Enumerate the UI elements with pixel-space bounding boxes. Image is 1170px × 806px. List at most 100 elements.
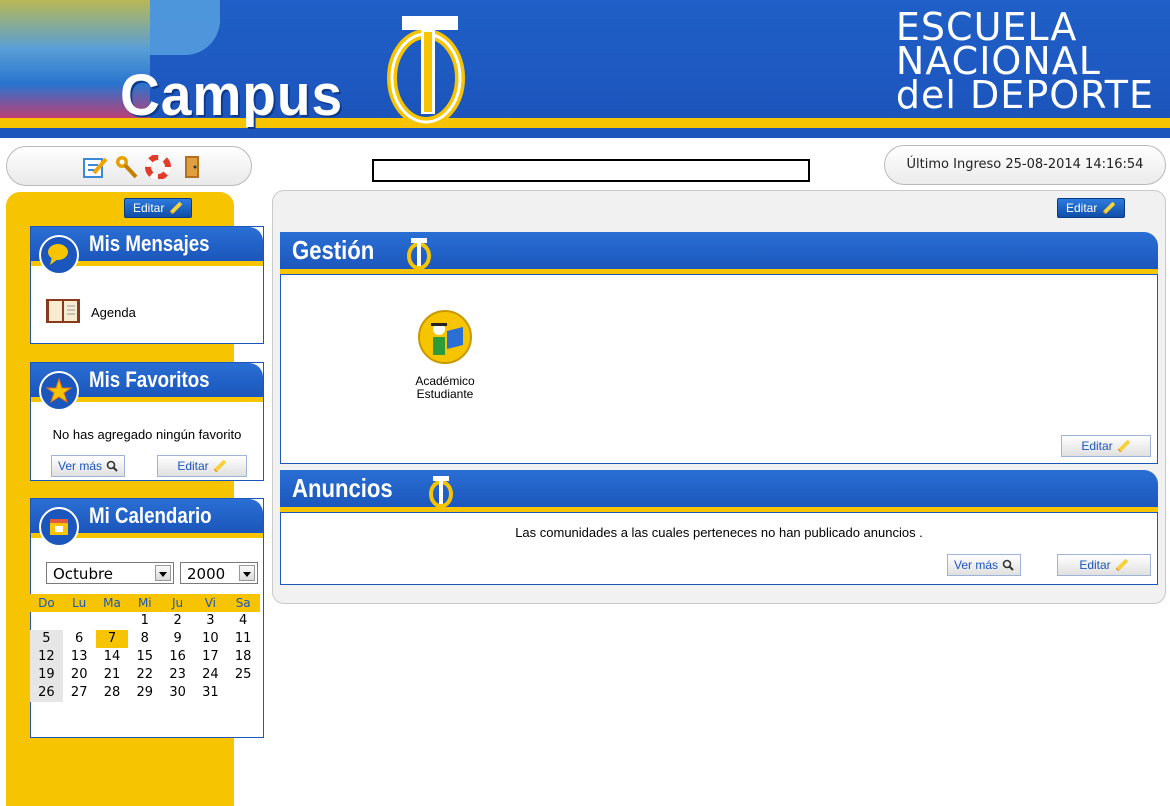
anuncios-edit-button[interactable]: Editar [1057,554,1151,576]
anuncios-message: Las comunidades a las cuales perteneces … [515,525,923,540]
header-banner: Campus ESCUELA NACIONAL del DEPORTE [0,0,1170,145]
calendar-weekday-row: Do Lu Ma Mi Ju Vi Sa [30,594,260,612]
calendar-day[interactable]: 24 [194,666,227,684]
calendar-day[interactable]: 19 [30,666,63,684]
calendar-day[interactable]: 14 [96,648,129,666]
blank-bar [372,159,810,182]
calendar-day[interactable]: 20 [63,666,96,684]
gestion-edit-button[interactable]: Editar [1061,435,1151,457]
favorites-panel: Mis Favoritos No has agregado ningún fav… [30,362,264,481]
messages-title: Mis Mensajes [89,231,210,256]
calendar-day[interactable]: 4 [227,612,260,630]
speech-bubble-icon [39,235,79,275]
month-select[interactable]: Octubre [46,562,174,584]
calendar-day[interactable]: 2 [161,612,194,630]
star-icon [39,371,79,411]
calendar-day[interactable]: 10 [194,630,227,648]
calendar-day[interactable]: 22 [128,666,161,684]
calendar-day[interactable]: 18 [227,648,260,666]
anuncios-more-button[interactable]: Ver más [947,554,1022,576]
calendar-day[interactable]: 9 [161,630,194,648]
last-login-info: Último Ingreso 25-08-2014 14:16:54 [884,145,1166,185]
calendar-icon [39,507,79,547]
anuncios-body: Las comunidades a las cuales perteneces … [280,512,1158,585]
gestion-title: Gestión [292,235,375,265]
pencil-icon [213,459,227,473]
campus-i-logo-icon [387,16,465,127]
year-select[interactable]: 2000 [180,562,258,584]
anuncios-title: Anuncios [292,473,393,503]
calendar-day[interactable]: 23 [161,666,194,684]
main-edit-button[interactable]: Editar [1057,198,1126,218]
calendar-week-row: 19 20 21 22 23 24 25 [30,666,260,684]
pencil-icon [1102,201,1116,215]
edit-button-label: Editar [177,459,209,473]
gestion-body: Académico Estudiante Editar [280,274,1158,464]
header-stripe-white [0,138,1170,145]
calendar-day[interactable]: 28 [96,684,129,702]
calendar-week-row: 1234 [30,612,260,630]
anuncios-header: Anuncios [280,470,1158,513]
chevron-down-icon [239,565,255,581]
calendar-week-row: 26 27 28 29 30 31 [30,684,260,702]
calendar-day[interactable]: 31 [194,684,227,702]
calendar-day[interactable]: 1 [128,612,161,630]
calendar-day[interactable]: 16 [161,648,194,666]
campus-i-mini-icon [429,476,453,508]
calendar-day[interactable]: 13 [63,648,96,666]
edit-button-label: Editar [1081,439,1113,453]
favorites-edit-button[interactable]: Editar [157,455,247,477]
calendar-day[interactable]: 11 [227,630,260,648]
calendar-day[interactable]: 15 [128,648,161,666]
more-button-label: Ver más [954,558,999,572]
calendar-day[interactable]: 27 [63,684,96,702]
calendar-day[interactable]: 7 [95,630,129,648]
edit-button-label: Editar [1079,558,1111,572]
calendar-empty-cell [63,612,96,630]
magnifier-icon [106,460,118,472]
lifebuoy-icon[interactable] [145,155,171,179]
calendar-weekday: Ma [95,594,129,612]
calendar-weekday: Lu [62,594,96,612]
calendar-day[interactable]: 17 [194,648,227,666]
school-name: ESCUELA NACIONAL del DEPORTE [895,8,1154,117]
calendar-day[interactable]: 30 [161,684,194,702]
calendar-week-row: 12 13 14 15 16 17 18 [30,648,260,666]
calendar-day[interactable]: 21 [96,666,129,684]
calendar-day[interactable]: 12 [30,648,63,666]
academic-student-label[interactable]: Académico Estudiante [397,375,493,401]
calendar-grid: Do Lu Ma Mi Ju Vi Sa 1 2 3 4 5 6 7 8 9 10 11 12 13 14 15 16 17 1… [30,594,260,702]
month-select-value: Octubre [53,565,114,583]
pencil-icon [169,201,183,215]
sidebar-edit-button[interactable]: Editar [124,198,193,218]
tools-icon[interactable] [114,155,140,179]
agenda-link[interactable]: Agenda [91,305,136,320]
edit-button-label: Editar [1066,201,1098,215]
calendar-week-row: 5 6 7 8 9 10 11 [30,630,260,648]
favorites-more-button[interactable]: Ver más [51,455,126,477]
calendar-weekday: Mi [128,594,162,612]
calendar-empty-cell [96,612,129,630]
calendar-weekday: Sa [226,594,260,612]
calendar-day[interactable]: 6 [63,630,96,648]
calendar-title: Mi Calendario [89,503,212,528]
exit-door-icon[interactable] [179,155,205,179]
favorites-title: Mis Favoritos [89,367,210,392]
app-label-line: Estudiante [416,387,474,401]
edit-button-label: Editar [133,201,165,215]
calendar-day[interactable]: 26 [30,684,63,702]
calendar-day[interactable]: 5 [30,630,63,648]
year-select-value: 2000 [187,565,226,583]
calendar-day[interactable]: 8 [128,630,161,648]
campus-i-mini-icon [407,238,431,270]
calendar-day[interactable]: 25 [227,666,260,684]
school-name-line: del DEPORTE [895,73,1154,117]
agenda-book-icon[interactable] [45,297,81,325]
calendar-day[interactable]: 29 [128,684,161,702]
calendar-day[interactable]: 3 [194,612,227,630]
messages-panel: Mis Mensajes Agenda [30,226,264,344]
edit-icon[interactable] [82,155,108,179]
more-button-label: Ver más [58,459,103,473]
academic-student-icon[interactable] [417,309,473,365]
pencil-icon [1115,558,1129,572]
